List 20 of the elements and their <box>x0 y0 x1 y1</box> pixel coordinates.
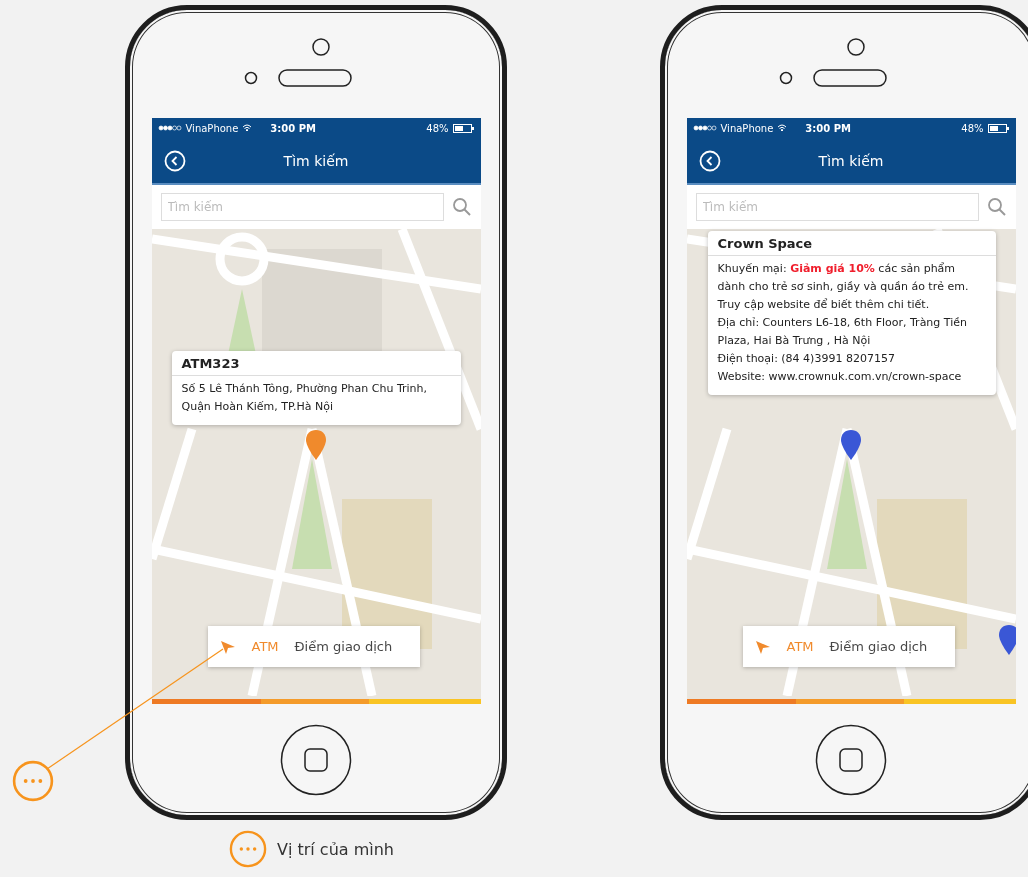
popup-title: Crown Space <box>707 231 996 256</box>
popup-text: Địa chỉ: Counters L6-18, 6th Floor, Tràng Tiền Plaza, Hai Bà Trưng , Hà Nội <box>717 315 968 349</box>
popup-text: Khuyến mại: Giảm giá 10% các sản phẩm dành cho trẻ sơ sinh, giầy và quần áo trẻ em. Truy cập website để biết thêm chi tiết. <box>717 261 970 313</box>
filter-tab[interactable]: Điểm giao dịch <box>829 639 928 654</box>
battery-percent: 48% <box>426 122 449 134</box>
screen-title: Tìm kiếm <box>282 152 350 169</box>
legend-label: Vị trí của mình <box>277 839 394 859</box>
filter-tab[interactable]: Điểm giao dịch <box>294 639 393 654</box>
search-field[interactable]: Tìm kiếm <box>160 193 444 221</box>
popup-text: Điện thoại: (84 4)3991 8207157 <box>717 351 896 367</box>
clock-time: 3:00 PM <box>270 122 317 134</box>
popup-text: Số 5 Lê Thánh Tông, Phường Phan Chu Trinh, Quận Hoàn Kiếm, TP.Hà Nội <box>181 381 429 415</box>
popup-text: Website: www.crownuk.com.vn/crown-space <box>717 369 963 385</box>
screen-title: Tìm kiếm <box>817 152 885 169</box>
carrier-name: VinaPhone <box>185 122 239 134</box>
carrier-name: VinaPhone <box>720 122 774 134</box>
search-field[interactable]: Tìm kiếm <box>695 193 979 221</box>
battery-percent: 48% <box>961 122 984 134</box>
clock-time: 3:00 PM <box>805 122 852 134</box>
popup-title: ATM323 <box>171 351 461 376</box>
